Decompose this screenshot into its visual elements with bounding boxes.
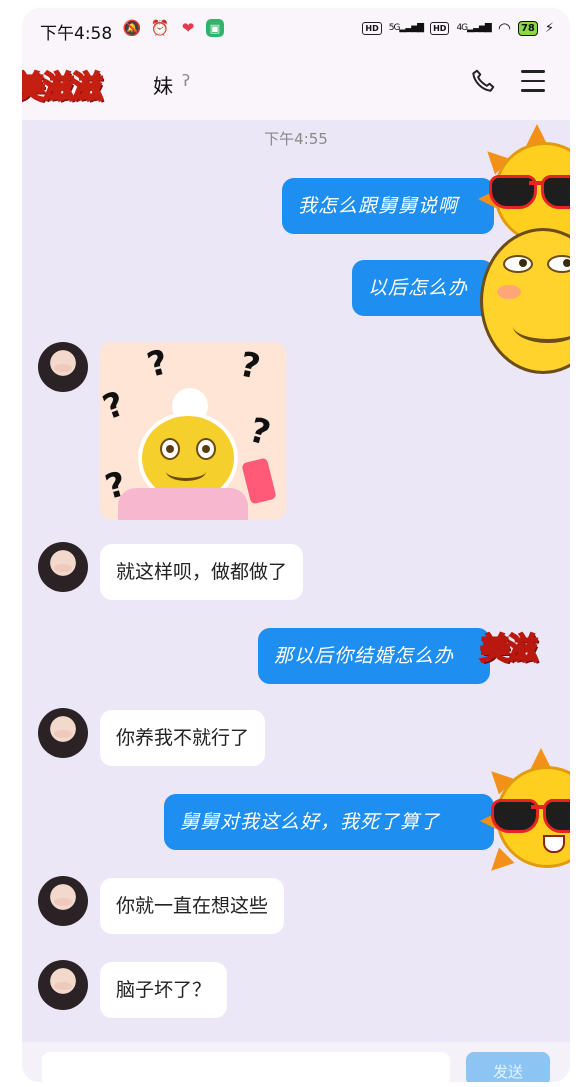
app-icon: ▣ — [206, 19, 224, 37]
avatar[interactable] — [38, 542, 88, 592]
battery-indicator: 78 — [517, 20, 538, 36]
send-button[interactable]: 发送 — [466, 1052, 550, 1082]
contact-name[interactable]: 妹 — [153, 70, 173, 99]
signal-5g: 5G▂▃▅▇ — [388, 23, 424, 33]
avatar[interactable] — [38, 876, 88, 926]
hd-badge: HD — [430, 21, 450, 35]
name-sticker: 美滋滋 — [22, 69, 104, 107]
sticker-phone — [241, 457, 277, 505]
menu-icon[interactable] — [521, 70, 545, 92]
ear-icon: ʔ — [182, 71, 191, 90]
incoming-message[interactable]: 你就一直在想这些 — [100, 878, 285, 934]
message-timestamp: 下午4:55 — [264, 130, 328, 148]
avatar[interactable] — [38, 342, 88, 392]
confused-sticker-image[interactable]: ? ? ? ? ? — [100, 342, 286, 520]
sticker-body — [118, 488, 248, 520]
alarm-icon: ⏰ — [150, 19, 170, 37]
sun-sticker — [478, 124, 570, 244]
text-sticker: 美滋 — [479, 631, 539, 668]
message-input[interactable] — [42, 1052, 450, 1082]
wifi-icon: ◠ — [497, 19, 511, 37]
heart-app-icon: ❤ — [181, 19, 195, 37]
status-time: 下午4:58 — [40, 24, 113, 44]
status-right-icons: HD 5G▂▃▅▇ HD 4G▂▃▅▇ ◠ 78 ⚡ — [362, 19, 554, 37]
smug-face-sticker — [480, 228, 570, 374]
signal-4g: 4G▂▃▅▇ — [456, 23, 491, 33]
sun-sticker — [480, 748, 570, 879]
status-left-icons: 🔕 ⏰ ❤ ▣ — [122, 18, 224, 38]
hd-badge: HD — [362, 21, 382, 35]
input-bar: 发送 — [22, 1042, 570, 1082]
chat-header: 美滋滋 妹 ʔ — [22, 48, 570, 120]
question-mark-icon: ? — [236, 344, 264, 388]
outgoing-message[interactable]: 舅舅对我这么好，我死了算了 — [164, 794, 494, 850]
outgoing-message[interactable]: 那以后你结婚怎么办 — [258, 628, 490, 684]
avatar[interactable] — [38, 708, 88, 758]
incoming-message[interactable]: 你养我不就行了 — [100, 710, 266, 766]
chat-screen: 下午4:58 🔕 ⏰ ❤ ▣ HD 5G▂▃▅▇ HD 4G▂▃▅▇ ◠ 78 … — [22, 8, 570, 1082]
incoming-message[interactable]: 就这样呗，做都做了 — [100, 544, 304, 600]
outgoing-message[interactable]: 以后怎么办 — [352, 260, 494, 316]
question-mark-icon: ? — [245, 410, 275, 454]
outgoing-message[interactable]: 我怎么跟舅舅说啊 — [282, 178, 494, 234]
incoming-message[interactable]: 脑子坏了？ — [100, 962, 228, 1018]
avatar[interactable] — [38, 960, 88, 1010]
phone-icon[interactable] — [470, 68, 496, 94]
question-mark-icon: ? — [143, 342, 173, 386]
charging-icon: ⚡ — [544, 20, 554, 36]
mute-icon: 🔕 — [122, 19, 142, 37]
question-mark-icon: ? — [100, 383, 130, 429]
status-bar: 下午4:58 🔕 ⏰ ❤ ▣ HD 5G▂▃▅▇ HD 4G▂▃▅▇ ◠ 78 … — [22, 8, 570, 48]
